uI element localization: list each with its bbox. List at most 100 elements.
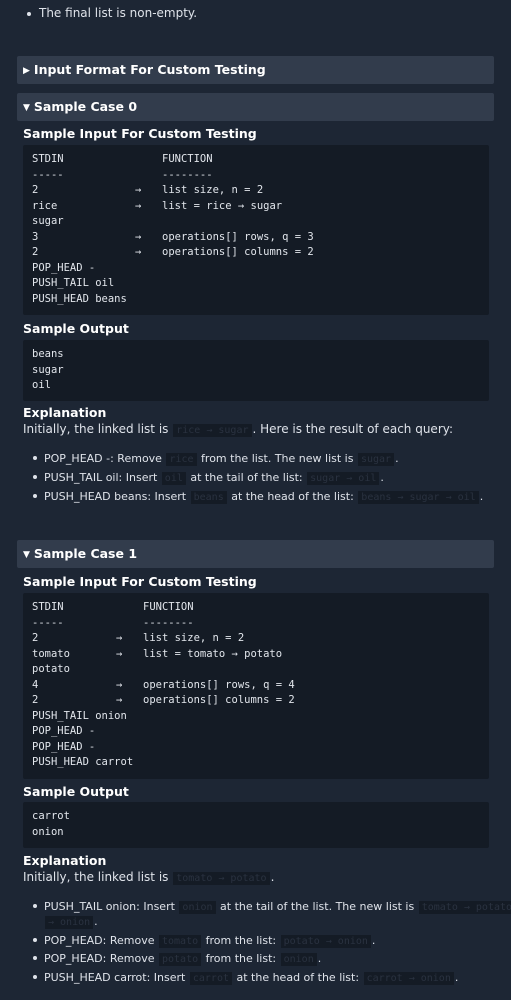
explanation-text: Initially, the linked list is tomato → p…	[23, 870, 275, 885]
list-item: POP_HEAD -: Remove rice from the list. T…	[33, 452, 399, 466]
list-item: PUSH_HEAD beans: Insert beans at the hea…	[33, 490, 483, 504]
arrow-icon: →	[135, 184, 142, 196]
bullet-icon	[27, 11, 31, 16]
explanation-text: Initially, the linked list is rice → sug…	[23, 422, 454, 437]
arrow-icon: →	[116, 648, 123, 660]
bullet-icon	[33, 904, 37, 908]
code-line: 3	[32, 231, 39, 243]
sample-input-box-1: STDIN FUNCTION ----- -------- 2 → list s…	[23, 593, 489, 779]
sample-case-0-toggle[interactable]: ▼ Sample Case 0	[17, 93, 494, 121]
bullet-icon	[33, 456, 37, 460]
inline-code: beans	[190, 491, 227, 504]
bullet-icon	[33, 975, 37, 979]
sample-output-title: Sample Output	[23, 784, 129, 799]
code-line: 4	[32, 679, 39, 691]
code-line: -----	[32, 617, 64, 629]
code-comment: operations[] rows, q = 3	[162, 231, 314, 243]
code-comment: list = tomato → potato	[143, 648, 283, 660]
code-comment: --------	[162, 169, 213, 181]
list-item: PUSH_HEAD carrot: Insert carrot at the h…	[33, 971, 458, 985]
code-line: tomato	[32, 648, 70, 660]
inline-code: potato	[158, 953, 202, 966]
inline-code: sugar → oil	[307, 472, 380, 485]
code-comment: operations[] columns = 2	[162, 246, 314, 258]
list-item: POP_HEAD: Remove tomato from the list: p…	[33, 934, 375, 948]
code-line: potato	[32, 663, 70, 675]
bullet-icon	[33, 938, 37, 942]
inline-code: carrot → onion	[363, 972, 454, 985]
triangle-down-icon: ▼	[23, 549, 30, 560]
code-line: 2	[32, 246, 39, 258]
sample-case-1-label: Sample Case 1	[33, 546, 138, 561]
code-line: carrot	[32, 810, 70, 822]
bullet-icon	[33, 475, 37, 479]
arrow-icon: →	[135, 200, 142, 212]
list-item: PUSH_TAIL oil: Insert oil at the tail of…	[33, 471, 384, 485]
code-line: 2	[32, 632, 39, 644]
list-item: PUSH_TAIL onion: Insert onion at the tai…	[33, 900, 511, 914]
code-line: PUSH_HEAD beans	[32, 293, 127, 305]
code-comment: operations[] columns = 2	[143, 694, 295, 706]
code-line: 2	[32, 694, 39, 706]
triangle-down-icon: ▼	[23, 102, 30, 113]
inline-code: tomato → potato	[418, 901, 511, 914]
input-format-toggle[interactable]: ▶ Input Format For Custom Testing	[17, 56, 494, 84]
arrow-icon: →	[135, 246, 142, 258]
inline-code: rice → sugar	[173, 424, 252, 437]
arrow-icon: →	[116, 679, 123, 691]
code-line: sugar	[32, 364, 64, 376]
arrow-icon: →	[116, 694, 123, 706]
sample-case-1-toggle[interactable]: ▼ Sample Case 1	[17, 540, 494, 568]
code-line: POP_HEAD -	[32, 741, 96, 753]
code-line: STDIN	[32, 153, 64, 165]
constraint-item: The final list is non-empty.	[27, 6, 197, 20]
inline-code: tomato → potato	[173, 872, 270, 885]
code-line: rice	[32, 200, 58, 212]
list-item: POP_HEAD: Remove potato from the list: o…	[33, 952, 321, 966]
code-comment: FUNCTION	[162, 153, 213, 165]
code-line: sugar	[32, 215, 64, 227]
code-line: PUSH_HEAD carrot	[32, 756, 134, 768]
inline-code: onion	[179, 901, 216, 914]
sample-input-title: Sample Input For Custom Testing	[23, 126, 257, 141]
inline-code: oil	[161, 472, 186, 485]
code-line: PUSH_TAIL onion	[32, 710, 127, 722]
bullet-icon	[33, 956, 37, 960]
inline-code: rice	[166, 453, 197, 466]
code-line: PUSH_TAIL oil	[32, 277, 115, 289]
code-line: POP_HEAD -	[32, 262, 96, 274]
code-line: beans	[32, 348, 64, 360]
inline-code: carrot	[189, 972, 232, 985]
code-comment: FUNCTION	[143, 601, 194, 613]
explanation-title: Explanation	[23, 405, 107, 420]
code-line: 2	[32, 184, 39, 196]
inline-code: → onion	[45, 916, 94, 929]
code-line: onion	[32, 826, 64, 838]
triangle-right-icon: ▶	[23, 65, 30, 76]
code-comment: list = rice → sugar	[162, 200, 283, 212]
sample-input-title: Sample Input For Custom Testing	[23, 574, 257, 589]
code-line: POP_HEAD -	[32, 725, 96, 737]
sample-input-box-0: STDIN FUNCTION ----- -------- 2 → list s…	[23, 145, 489, 315]
inline-code: potato → onion	[280, 935, 371, 948]
code-line: STDIN	[32, 601, 64, 613]
code-comment: operations[] rows, q = 4	[143, 679, 295, 691]
inline-code: beans → sugar → oil	[358, 491, 479, 504]
code-line: -----	[32, 169, 64, 181]
code-comment: list size, n = 2	[143, 632, 245, 644]
inline-code: onion	[280, 953, 317, 966]
inline-code: sugar	[357, 453, 395, 466]
sample-output-title: Sample Output	[23, 321, 129, 336]
arrow-icon: →	[116, 632, 123, 644]
code-comment: --------	[143, 617, 194, 629]
sample-output-box-0: beans sugar oil	[23, 340, 489, 401]
input-format-label: Input Format For Custom Testing	[33, 62, 266, 77]
sample-case-0-label: Sample Case 0	[33, 99, 138, 114]
bullet-icon	[33, 494, 37, 498]
list-item-continuation: → onion.	[44, 915, 98, 929]
inline-code: tomato	[158, 935, 202, 948]
code-line: oil	[32, 379, 51, 391]
sample-output-box-1: carrot onion	[23, 802, 489, 848]
explanation-title: Explanation	[23, 853, 107, 868]
code-comment: list size, n = 2	[162, 184, 264, 196]
